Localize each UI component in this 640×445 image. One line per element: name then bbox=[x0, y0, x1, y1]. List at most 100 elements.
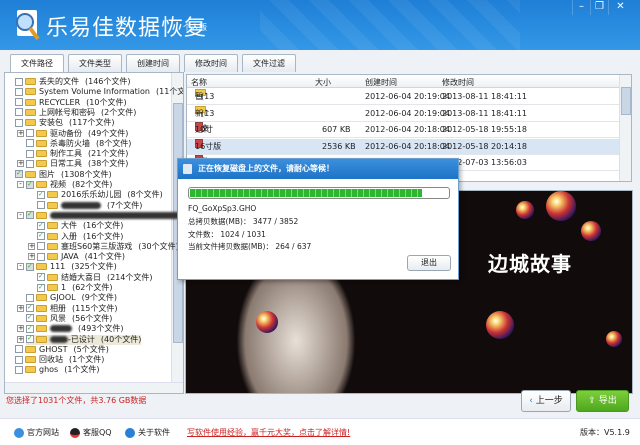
tree-item[interactable]: 安装包 (117个文件) bbox=[15, 118, 115, 128]
tree-checkbox[interactable] bbox=[26, 323, 34, 333]
list-row[interactable]: 16寸版画-1.jpg2536 KB2012-06-04 20:18:04201… bbox=[187, 137, 619, 167]
tree-item[interactable]: + 塞班S60第三版游戏 (30个文件) bbox=[28, 241, 179, 252]
tree-checkbox[interactable] bbox=[26, 302, 34, 313]
tab-file-type[interactable]: 文件类型 bbox=[68, 54, 122, 72]
tree-item[interactable]: 结婚大喜日 (214个文件) bbox=[37, 271, 153, 283]
tree-checkbox[interactable] bbox=[15, 345, 23, 354]
redacted-name bbox=[50, 211, 180, 219]
tree-checkbox[interactable] bbox=[37, 230, 45, 240]
tree-item[interactable]: 1 (62个文件) bbox=[37, 282, 113, 293]
exit-button[interactable]: 退出 bbox=[407, 255, 451, 271]
column-created[interactable]: 创建时间 bbox=[365, 77, 397, 88]
promo-link[interactable]: 写软件使用经验，赢千元大奖，点击了解详情! bbox=[187, 427, 350, 438]
tree-item[interactable]: + 驱动备份 (49个文件) bbox=[17, 129, 128, 139]
tab-modified-time[interactable]: 修改时间 bbox=[184, 54, 238, 72]
tab-file-filter[interactable]: 文件过滤 bbox=[242, 54, 296, 72]
expand-toggle[interactable]: - bbox=[17, 211, 24, 219]
tree-checkbox[interactable] bbox=[26, 293, 34, 302]
tree-item[interactable]: - bbox=[17, 209, 183, 221]
restore-button[interactable]: ❐ bbox=[590, 0, 608, 15]
tree-item[interactable]: 丢失的文件 (146个文件) bbox=[15, 77, 131, 87]
tree-checkbox[interactable] bbox=[26, 179, 34, 189]
column-modified[interactable]: 修改时间 bbox=[442, 77, 474, 88]
qq-link[interactable]: 客服QQ bbox=[70, 427, 112, 438]
tab-file-path[interactable]: 文件路径 bbox=[10, 54, 64, 72]
tree-item[interactable]: RECYCLER (10个文件) bbox=[15, 98, 127, 108]
row-created: 2012-06-04 20:19:04 bbox=[365, 92, 450, 101]
expand-toggle[interactable]: - bbox=[17, 263, 24, 271]
about-link[interactable]: 关于软件 bbox=[125, 427, 170, 438]
tree-checkbox[interactable] bbox=[15, 87, 23, 96]
recovery-progress-dialog: 正在恢复磁盘上的文件，请耐心等候！ FQ_GoXpSp3.GHO 总拷贝数据(M… bbox=[177, 158, 459, 280]
list-row[interactable]: 新建文件夹(13个文件)2012-06-04 20:19:042013-08-1… bbox=[187, 104, 619, 181]
tree-checkbox[interactable] bbox=[15, 168, 23, 179]
redacted-name bbox=[61, 201, 101, 209]
tree-checkbox[interactable] bbox=[15, 77, 23, 86]
tree-item[interactable]: 风景 (56个文件) bbox=[26, 312, 112, 324]
expand-toggle[interactable]: + bbox=[17, 304, 24, 312]
expand-toggle[interactable]: - bbox=[17, 181, 24, 188]
tree-item-label: 风景 bbox=[50, 313, 66, 323]
tree-checkbox[interactable] bbox=[37, 252, 45, 261]
tree-item[interactable]: GHOST (5个文件) bbox=[15, 345, 109, 355]
expand-toggle[interactable]: + bbox=[17, 335, 24, 343]
expand-toggle[interactable]: + bbox=[17, 325, 24, 333]
tree-checkbox[interactable] bbox=[15, 355, 23, 364]
tree-item[interactable]: 入册 (16个文件) bbox=[37, 230, 123, 242]
tree-checkbox[interactable] bbox=[37, 201, 45, 210]
tree-checkbox[interactable] bbox=[15, 118, 23, 127]
tree-item[interactable]: System Volume Information (11个文件) bbox=[15, 87, 183, 97]
tree-item[interactable]: 制作工具 (21个文件) bbox=[26, 149, 128, 159]
tree-item[interactable]: 杀毒防火墙 (8个文件) bbox=[26, 139, 131, 149]
expand-toggle[interactable]: + bbox=[17, 129, 24, 137]
magnifier-logo-icon bbox=[16, 10, 40, 41]
tree-checkbox[interactable] bbox=[26, 209, 34, 220]
tree-item[interactable]: + 日常工具 (38个文件) bbox=[17, 159, 128, 169]
tree-checkbox[interactable] bbox=[26, 261, 34, 271]
tree-item[interactable]: 回收站 (1个文件) bbox=[15, 355, 104, 365]
folder-tree[interactable]: 丢失的文件 (146个文件) System Volume Information (1… bbox=[4, 72, 184, 394]
list-vertical-scrollbar[interactable] bbox=[619, 75, 631, 181]
tree-checkbox[interactable] bbox=[26, 312, 34, 323]
tree-checkbox[interactable] bbox=[37, 189, 45, 199]
tree-item[interactable]: GJOOL (9个文件) bbox=[26, 293, 117, 303]
tree-item[interactable]: 大件 (16个文件) bbox=[37, 220, 123, 231]
tree-checkbox[interactable] bbox=[37, 271, 45, 282]
tree-item-label: 塞班S60第三版游戏 bbox=[61, 241, 133, 251]
tab-created-time[interactable]: 创建时间 bbox=[126, 54, 180, 72]
expand-toggle[interactable]: + bbox=[17, 160, 24, 168]
tree-checkbox[interactable] bbox=[37, 282, 45, 292]
folder-icon bbox=[36, 211, 47, 219]
tree-horizontal-scrollbar[interactable] bbox=[5, 382, 183, 393]
tree-item[interactable]: 2016乐乐幼儿园 (8个文件) bbox=[37, 189, 163, 200]
expand-toggle[interactable]: + bbox=[28, 253, 35, 261]
tree-checkbox[interactable] bbox=[26, 139, 34, 148]
tree-item[interactable]: + (493个文件) bbox=[17, 323, 124, 334]
tree-item[interactable]: 上网帐号和密码 (2个文件) bbox=[15, 108, 136, 118]
tree-checkbox[interactable] bbox=[26, 333, 34, 343]
tree-item-label: 回收站 bbox=[39, 355, 63, 365]
tree-item[interactable]: + -已设计 (40个文件) bbox=[17, 333, 142, 345]
close-button[interactable]: ✕ bbox=[608, 0, 632, 15]
tree-checkbox[interactable] bbox=[15, 365, 23, 374]
minimize-button[interactable]: – bbox=[572, 0, 590, 15]
tree-checkbox[interactable] bbox=[26, 149, 34, 158]
tree-checkbox[interactable] bbox=[26, 129, 34, 137]
list-row[interactable]: 暂(13个文件)2012-06-04 20:19:042013-08-11 18… bbox=[187, 87, 619, 149]
back-button[interactable]: ‹ 上一步 bbox=[521, 390, 571, 412]
list-row[interactable]: 10寸版画.jpg607 KB2012-06-04 20:18:042012-0… bbox=[187, 120, 619, 166]
tree-item[interactable]: ghos (1个文件) bbox=[15, 365, 100, 375]
tree-checkbox[interactable] bbox=[26, 159, 34, 168]
tree-checkbox[interactable] bbox=[15, 108, 23, 117]
tree-checkbox[interactable] bbox=[37, 220, 45, 230]
tree-item[interactable]: + JAVA (41个文件) bbox=[28, 252, 125, 262]
expand-toggle[interactable]: + bbox=[28, 242, 35, 250]
tree-item[interactable]: (7个文件) bbox=[37, 201, 142, 211]
tree-item[interactable]: + 相册 (115个文件) bbox=[17, 302, 118, 314]
tree-checkbox[interactable] bbox=[37, 242, 45, 251]
export-button[interactable]: ⇪ 导出 bbox=[576, 390, 629, 412]
column-size[interactable]: 大小 bbox=[315, 77, 331, 88]
tree-checkbox[interactable] bbox=[15, 98, 23, 107]
folder-icon bbox=[47, 273, 58, 281]
website-link[interactable]: 官方网站 bbox=[14, 427, 59, 438]
